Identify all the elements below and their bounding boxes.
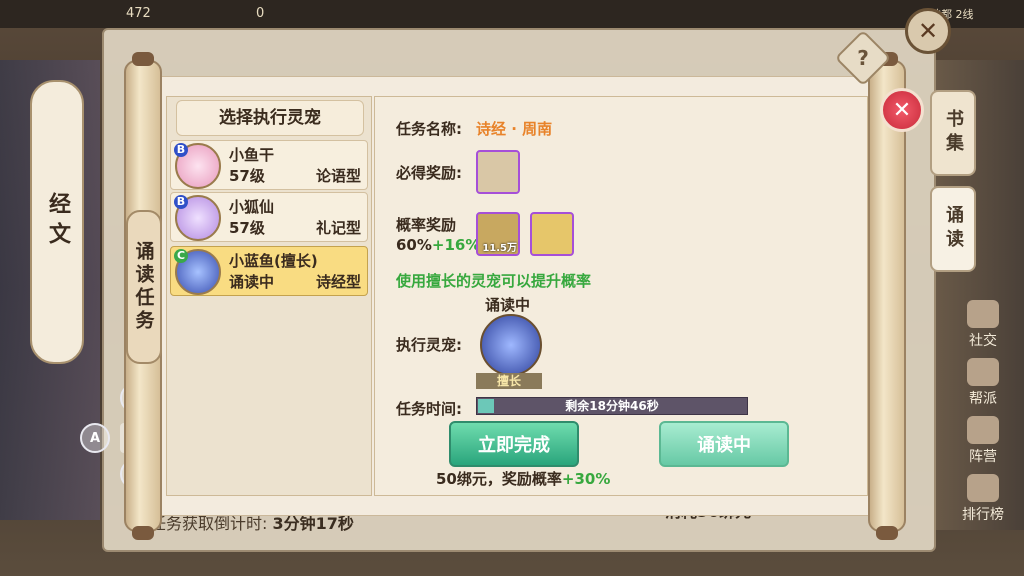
task-name-value: 诗经 · 周南 — [476, 120, 553, 138]
countdown-value: 3分钟17秒 — [272, 514, 354, 533]
time-remaining-text: 剩余18分钟46秒 — [565, 399, 659, 413]
pet-row-xiaolanyu[interactable]: C 小蓝鱼(擅长) 诵读中 诗经型 — [170, 246, 368, 296]
pet-row-xiaoyugan[interactable]: B 小鱼干 57级 论语型 — [170, 140, 368, 190]
tab-book-collection[interactable]: 书集 — [930, 90, 976, 176]
hint-text: 使用擅长的灵宠可以提升概率 — [396, 272, 592, 290]
pet-type: 诗经型 — [315, 273, 361, 291]
fixed-reward-label: 必得奖励: — [396, 164, 462, 182]
scroll-reward-icon[interactable] — [476, 150, 520, 194]
question-icon: ? — [857, 46, 869, 70]
close-icon: ✕ — [892, 97, 912, 123]
close-button[interactable]: ✕ — [905, 8, 951, 54]
reading-button[interactable]: 诵读中 — [659, 421, 789, 467]
time-progress-bar: 剩余18分钟46秒 — [476, 397, 748, 415]
finish-now-button[interactable]: 立即完成 — [449, 421, 579, 467]
guild-menu-button[interactable]: 帮派 — [954, 358, 1012, 408]
pet-name: 小狐仙 — [229, 198, 275, 216]
camp-menu-button[interactable]: 阵营 — [954, 416, 1012, 466]
coin-reward-qty: 11.5万 — [482, 243, 517, 254]
close-icon: ✕ — [917, 17, 939, 45]
social-menu-button[interactable]: 社交 — [954, 300, 1012, 350]
task-name-label: 任务名称: — [396, 120, 462, 138]
pet-type: 礼记型 — [315, 219, 361, 237]
pet-grade-badge: B — [174, 195, 188, 209]
pet-list-header: 选择执行灵宠 — [176, 100, 364, 136]
mystery-reward-icon[interactable] — [530, 212, 574, 256]
pet-grade-badge: C — [174, 249, 188, 263]
pet-label: 执行灵宠: — [396, 336, 462, 354]
pet-name: 小鱼干 — [229, 146, 275, 164]
social-icon — [967, 300, 999, 328]
pet-level: 57级 — [229, 219, 265, 237]
pet-type: 论语型 — [315, 167, 361, 185]
resource-count-2: 0 — [256, 6, 265, 21]
pet-status: 诵读中 — [229, 273, 275, 291]
scripture-tab[interactable]: 经文 — [30, 80, 84, 364]
pet-reading-status: 诵读中 — [485, 296, 531, 314]
tab-reading[interactable]: 诵读 — [930, 186, 976, 272]
time-label: 任务时间: — [396, 400, 462, 418]
resource-count-1: 472 — [126, 6, 151, 21]
dpad-left-key[interactable]: A — [80, 423, 110, 453]
specialty-tag: 擅长 — [476, 373, 542, 389]
assigned-pet-avatar[interactable] — [480, 314, 542, 376]
reading-task-tab[interactable]: 诵读任务 — [126, 210, 162, 364]
close-scroll-button[interactable]: ✕ — [880, 88, 924, 132]
pet-level: 57级 — [229, 167, 265, 185]
finish-cost-text: 50绑元，奖励概率+30% — [436, 470, 611, 488]
ranking-menu-button[interactable]: 排行榜 — [954, 474, 1012, 524]
guild-icon — [967, 358, 999, 386]
chance-reward-label: 概率奖励 — [396, 216, 457, 234]
ranking-icon — [967, 474, 999, 502]
camp-icon — [967, 416, 999, 444]
pet-name: 小蓝鱼(擅长) — [229, 252, 318, 270]
coin-reward-icon[interactable]: 11.5万 — [476, 212, 520, 256]
top-hud — [0, 0, 1024, 28]
pet-row-xiaohuxian[interactable]: B 小狐仙 57级 礼记型 — [170, 192, 368, 242]
chance-rate: 60%+16% — [396, 236, 481, 254]
pet-grade-badge: B — [174, 143, 188, 157]
